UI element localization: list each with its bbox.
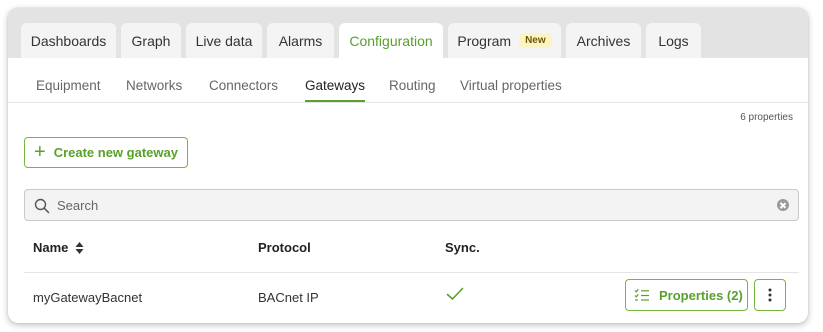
gateway-protocol-cell: BACnet IP bbox=[258, 290, 319, 305]
tab-label: Logs bbox=[658, 32, 689, 49]
table-divider bbox=[24, 272, 799, 273]
search-bar bbox=[24, 189, 799, 221]
column-header-sync: Sync. bbox=[445, 240, 480, 255]
column-name-label: Name bbox=[33, 240, 69, 255]
tab-label: Graph bbox=[131, 32, 171, 49]
subtab-gateways[interactable]: Gateways bbox=[305, 78, 366, 102]
create-gateway-button[interactable]: + Create new gateway bbox=[24, 137, 188, 168]
tab-configuration[interactable]: Configuration bbox=[339, 23, 443, 58]
column-header-protocol: Protocol bbox=[258, 240, 311, 255]
checklist-icon bbox=[634, 288, 649, 301]
subtab-connectors[interactable]: Connectors bbox=[209, 78, 278, 93]
sort-icon[interactable] bbox=[75, 241, 84, 255]
configuration-subnav: Equipment Networks Connectors Gateways R… bbox=[8, 58, 808, 103]
clear-search-icon[interactable] bbox=[777, 199, 789, 211]
vertical-dots-icon bbox=[768, 288, 772, 302]
search-input[interactable] bbox=[57, 190, 757, 220]
tab-dashboards[interactable]: Dashboards bbox=[21, 23, 116, 58]
checkmark-icon bbox=[446, 287, 464, 300]
tab-label: Archives bbox=[576, 32, 631, 49]
search-icon bbox=[34, 198, 50, 214]
properties-button-label: Properties (2) bbox=[659, 287, 743, 303]
new-badge: New bbox=[519, 33, 552, 48]
create-gateway-label: Create new gateway bbox=[53, 145, 178, 160]
column-header-name[interactable]: Name bbox=[33, 240, 84, 255]
tab-logs[interactable]: Logs bbox=[646, 23, 701, 58]
tab-alarms[interactable]: Alarms bbox=[267, 23, 334, 58]
properties-count: 6 properties bbox=[740, 112, 793, 123]
tab-label: Program bbox=[457, 32, 512, 49]
tab-label: Configuration bbox=[349, 32, 433, 49]
subtab-equipment[interactable]: Equipment bbox=[36, 78, 101, 93]
main-tab-bar: Dashboards Graph Live data Alarms Config… bbox=[8, 8, 808, 58]
subtab-networks[interactable]: Networks bbox=[126, 78, 182, 93]
tab-graph[interactable]: Graph bbox=[121, 23, 181, 58]
tab-label: Live data bbox=[195, 32, 253, 49]
plus-icon: + bbox=[34, 140, 46, 163]
tab-label: Alarms bbox=[278, 32, 323, 49]
gateway-name-cell: myGatewayBacnet bbox=[33, 290, 143, 305]
tab-archives[interactable]: Archives bbox=[566, 23, 641, 58]
properties-button[interactable]: Properties (2) bbox=[625, 279, 748, 311]
tab-live-data[interactable]: Live data bbox=[186, 23, 262, 58]
tab-program[interactable]: Program New bbox=[448, 23, 561, 58]
subtab-routing[interactable]: Routing bbox=[389, 78, 436, 93]
gateways-panel: Dashboards Graph Live data Alarms Config… bbox=[8, 8, 808, 323]
tab-label: Dashboards bbox=[30, 32, 107, 49]
more-options-button[interactable] bbox=[754, 279, 786, 311]
subtab-virtual-properties[interactable]: Virtual properties bbox=[460, 78, 562, 93]
